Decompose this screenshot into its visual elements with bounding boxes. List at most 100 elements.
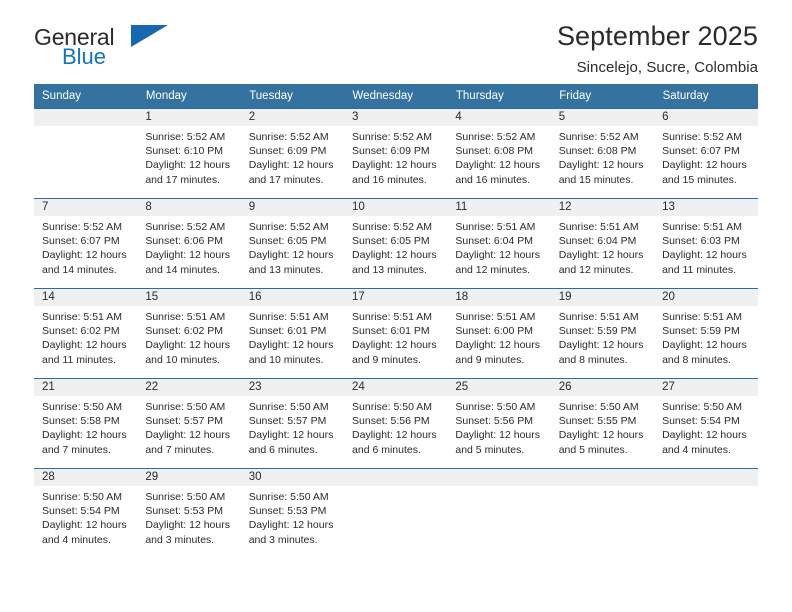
daylight-text-line1: Daylight: 12 hours <box>455 249 541 262</box>
day-number: 15 <box>137 289 241 306</box>
sunrise-text: Sunrise: 5:52 AM <box>145 221 226 233</box>
daylight-text-line2: and 14 minutes. <box>145 263 221 276</box>
daylight-text-line1: Daylight: 12 hours <box>248 429 334 442</box>
weekday-header-wednesday: Wednesday <box>344 84 448 109</box>
day-cell[interactable]: 24 Sunrise: 5:50 AM Sunset: 5:56 PM Dayligh… <box>344 378 448 469</box>
day-cell-inner: 14 Sunrise: 5:51 AM Sunset: 6:02 PM Dayligh… <box>34 289 138 378</box>
daylight-text-line1: Daylight: 12 hours <box>248 159 334 172</box>
day-details: Sunrise: 5:51 AM Sunset: 6:02 PM Daylight:… <box>34 306 137 367</box>
daylight-text-line2: and 3 minutes. <box>145 533 215 546</box>
sunrise-text: Sunrise: 5:50 AM <box>455 401 536 413</box>
day-number <box>344 469 448 486</box>
day-cell[interactable]: 20 Sunrise: 5:51 AM Sunset: 5:59 PM Dayligh… <box>654 288 758 379</box>
sunrise-text: Sunrise: 5:50 AM <box>248 491 329 503</box>
day-cell[interactable]: 7 Sunrise: 5:52 AM Sunset: 6:07 PM Daylight… <box>34 198 138 289</box>
day-cell[interactable]: 10 Sunrise: 5:52 AM Sunset: 6:05 PM Dayligh… <box>344 198 448 289</box>
sunset-text: Sunset: 5:54 PM <box>662 415 740 428</box>
day-cell[interactable]: 22 Sunrise: 5:50 AM Sunset: 5:57 PM Dayligh… <box>137 378 241 469</box>
day-cell[interactable]: 8 Sunrise: 5:52 AM Sunset: 6:06 PM Daylight… <box>137 198 241 289</box>
day-cell-inner: 27 Sunrise: 5:50 AM Sunset: 5:54 PM Dayligh… <box>654 379 758 468</box>
day-cell-inner: 20 Sunrise: 5:51 AM Sunset: 5:59 PM Dayligh… <box>654 289 758 378</box>
day-cell[interactable]: 21 Sunrise: 5:50 AM Sunset: 5:58 PM Dayligh… <box>34 378 138 469</box>
day-cell[interactable]: 18 Sunrise: 5:51 AM Sunset: 6:00 PM Dayligh… <box>447 288 551 379</box>
sunset-text: Sunset: 6:08 PM <box>455 145 534 158</box>
daylight-text-line2: and 16 minutes. <box>455 173 531 186</box>
daylight-text-line2: and 6 minutes. <box>352 443 421 456</box>
calendar-header-row: Sunday Monday Tuesday Wednesday Thursday Frid… <box>34 84 759 109</box>
day-number: 18 <box>447 289 551 306</box>
sunrise-text: Sunrise: 5:51 AM <box>558 311 639 323</box>
sunset-text: Sunset: 6:07 PM <box>42 235 120 248</box>
day-cell[interactable]: 17 Sunrise: 5:51 AM Sunset: 6:01 PM Dayligh… <box>344 288 448 379</box>
general-blue-logo[interactable]: General Blue <box>34 22 169 72</box>
sunrise-text: Sunrise: 5:51 AM <box>145 311 226 323</box>
daylight-text-line1: Daylight: 12 hours <box>145 429 230 442</box>
title-block: September 2025 Sincelejo, Sucre, Colombi… <box>169 22 758 77</box>
day-cell[interactable]: 6 Sunrise: 5:52 AM Sunset: 6:07 PM Daylight… <box>654 108 758 199</box>
sunrise-text: Sunrise: 5:50 AM <box>42 491 122 503</box>
daylight-text-line1: Daylight: 12 hours <box>662 249 747 262</box>
day-details: Sunrise: 5:52 AM Sunset: 6:05 PM Daylight:… <box>344 216 447 277</box>
day-cell[interactable]: 16 Sunrise: 5:51 AM Sunset: 6:01 PM Dayligh… <box>240 288 345 379</box>
day-cell-inner: 7 Sunrise: 5:52 AM Sunset: 6:07 PM Daylight… <box>34 199 138 288</box>
day-number: 6 <box>654 109 758 126</box>
day-cell[interactable]: 15 Sunrise: 5:51 AM Sunset: 6:02 PM Dayligh… <box>137 288 241 379</box>
day-cell[interactable]: 28 Sunrise: 5:50 AM Sunset: 5:54 PM Dayligh… <box>34 468 138 558</box>
day-cell-inner: 8 Sunrise: 5:52 AM Sunset: 6:06 PM Daylight… <box>137 199 241 288</box>
day-cell[interactable]: 30 Sunrise: 5:50 AM Sunset: 5:53 PM Dayligh… <box>240 468 345 558</box>
weekday-headers: Sunday Monday Tuesday Wednesday Thursday Frid… <box>34 84 759 109</box>
day-cell[interactable]: 11 Sunrise: 5:51 AM Sunset: 6:04 PM Dayligh… <box>447 198 551 289</box>
day-cell-inner: 21 Sunrise: 5:50 AM Sunset: 5:58 PM Dayligh… <box>34 379 138 468</box>
daylight-text-line2: and 8 minutes. <box>558 353 628 366</box>
day-cell[interactable]: 3 Sunrise: 5:52 AM Sunset: 6:09 PM Daylight… <box>344 108 448 199</box>
day-cell[interactable]: 9 Sunrise: 5:52 AM Sunset: 6:05 PM Daylight… <box>240 198 345 289</box>
calendar-week-row: 14 Sunrise: 5:51 AM Sunset: 6:02 PM Dayligh… <box>34 288 758 379</box>
day-cell[interactable]: 4 Sunrise: 5:52 AM Sunset: 6:08 PM Daylight… <box>447 108 551 199</box>
daylight-text-line2: and 3 minutes. <box>248 533 318 546</box>
day-cell[interactable]: 29 Sunrise: 5:50 AM Sunset: 5:53 PM Dayligh… <box>137 468 241 558</box>
sunrise-text: Sunrise: 5:52 AM <box>352 131 432 143</box>
day-cell[interactable]: 13 Sunrise: 5:51 AM Sunset: 6:03 PM Dayligh… <box>654 198 758 289</box>
day-number: 3 <box>344 109 448 126</box>
daylight-text-line1: Daylight: 12 hours <box>42 249 127 262</box>
day-cell-inner: 26 Sunrise: 5:50 AM Sunset: 5:55 PM Dayligh… <box>550 379 655 468</box>
daylight-text-line2: and 16 minutes. <box>352 173 427 186</box>
day-details: Sunrise: 5:52 AM Sunset: 6:09 PM Daylight:… <box>344 126 447 187</box>
day-cell[interactable]: 25 Sunrise: 5:50 AM Sunset: 5:56 PM Dayligh… <box>447 378 551 469</box>
day-cell[interactable]: 1 Sunrise: 5:52 AM Sunset: 6:10 PM Daylight… <box>137 108 241 199</box>
day-cell[interactable]: 23 Sunrise: 5:50 AM Sunset: 5:57 PM Dayligh… <box>240 378 345 469</box>
daylight-text-line1: Daylight: 12 hours <box>558 429 644 442</box>
sunrise-text: Sunrise: 5:51 AM <box>662 221 743 233</box>
day-cell-empty <box>654 468 758 558</box>
daylight-text-line2: and 9 minutes. <box>455 353 525 366</box>
day-cell[interactable]: 12 Sunrise: 5:51 AM Sunset: 6:04 PM Dayligh… <box>550 198 655 289</box>
daylight-text-line1: Daylight: 12 hours <box>455 339 541 352</box>
sunrise-text: Sunrise: 5:50 AM <box>558 401 639 413</box>
day-cell-inner: 12 Sunrise: 5:51 AM Sunset: 6:04 PM Dayligh… <box>550 199 655 288</box>
sunset-text: Sunset: 6:01 PM <box>352 325 430 338</box>
day-details: Sunrise: 5:52 AM Sunset: 6:08 PM Daylight:… <box>447 126 550 187</box>
day-number <box>654 469 758 486</box>
day-cell-inner: 4 Sunrise: 5:52 AM Sunset: 6:08 PM Daylight… <box>447 109 551 198</box>
day-cell[interactable]: 26 Sunrise: 5:50 AM Sunset: 5:55 PM Dayligh… <box>550 378 655 469</box>
sunrise-text: Sunrise: 5:52 AM <box>248 131 329 143</box>
sunset-text: Sunset: 5:57 PM <box>248 415 327 428</box>
day-number: 19 <box>550 289 655 306</box>
sunset-text: Sunset: 6:00 PM <box>455 325 534 338</box>
day-details: Sunrise: 5:52 AM Sunset: 6:07 PM Daylight:… <box>34 216 137 277</box>
sunrise-text: Sunrise: 5:51 AM <box>662 311 743 323</box>
day-cell[interactable]: 14 Sunrise: 5:51 AM Sunset: 6:02 PM Dayligh… <box>34 288 138 379</box>
day-cell[interactable]: 27 Sunrise: 5:50 AM Sunset: 5:54 PM Dayligh… <box>654 378 758 469</box>
day-number <box>447 469 551 486</box>
day-cell[interactable]: 2 Sunrise: 5:52 AM Sunset: 6:09 PM Daylight… <box>240 108 345 199</box>
day-details: Sunrise: 5:51 AM Sunset: 6:03 PM Daylight:… <box>654 216 757 277</box>
day-cell[interactable]: 5 Sunrise: 5:52 AM Sunset: 6:08 PM Daylight… <box>550 108 655 199</box>
daylight-text-line2: and 9 minutes. <box>352 353 421 366</box>
day-cell-inner: 22 Sunrise: 5:50 AM Sunset: 5:57 PM Dayligh… <box>137 379 241 468</box>
sunset-text: Sunset: 6:01 PM <box>248 325 327 338</box>
daylight-text-line1: Daylight: 12 hours <box>455 429 541 442</box>
day-cell[interactable]: 19 Sunrise: 5:51 AM Sunset: 5:59 PM Dayligh… <box>550 288 655 379</box>
sunrise-text: Sunrise: 5:50 AM <box>352 401 432 413</box>
sunset-text: Sunset: 5:58 PM <box>42 415 120 428</box>
daylight-text-line1: Daylight: 12 hours <box>145 159 230 172</box>
